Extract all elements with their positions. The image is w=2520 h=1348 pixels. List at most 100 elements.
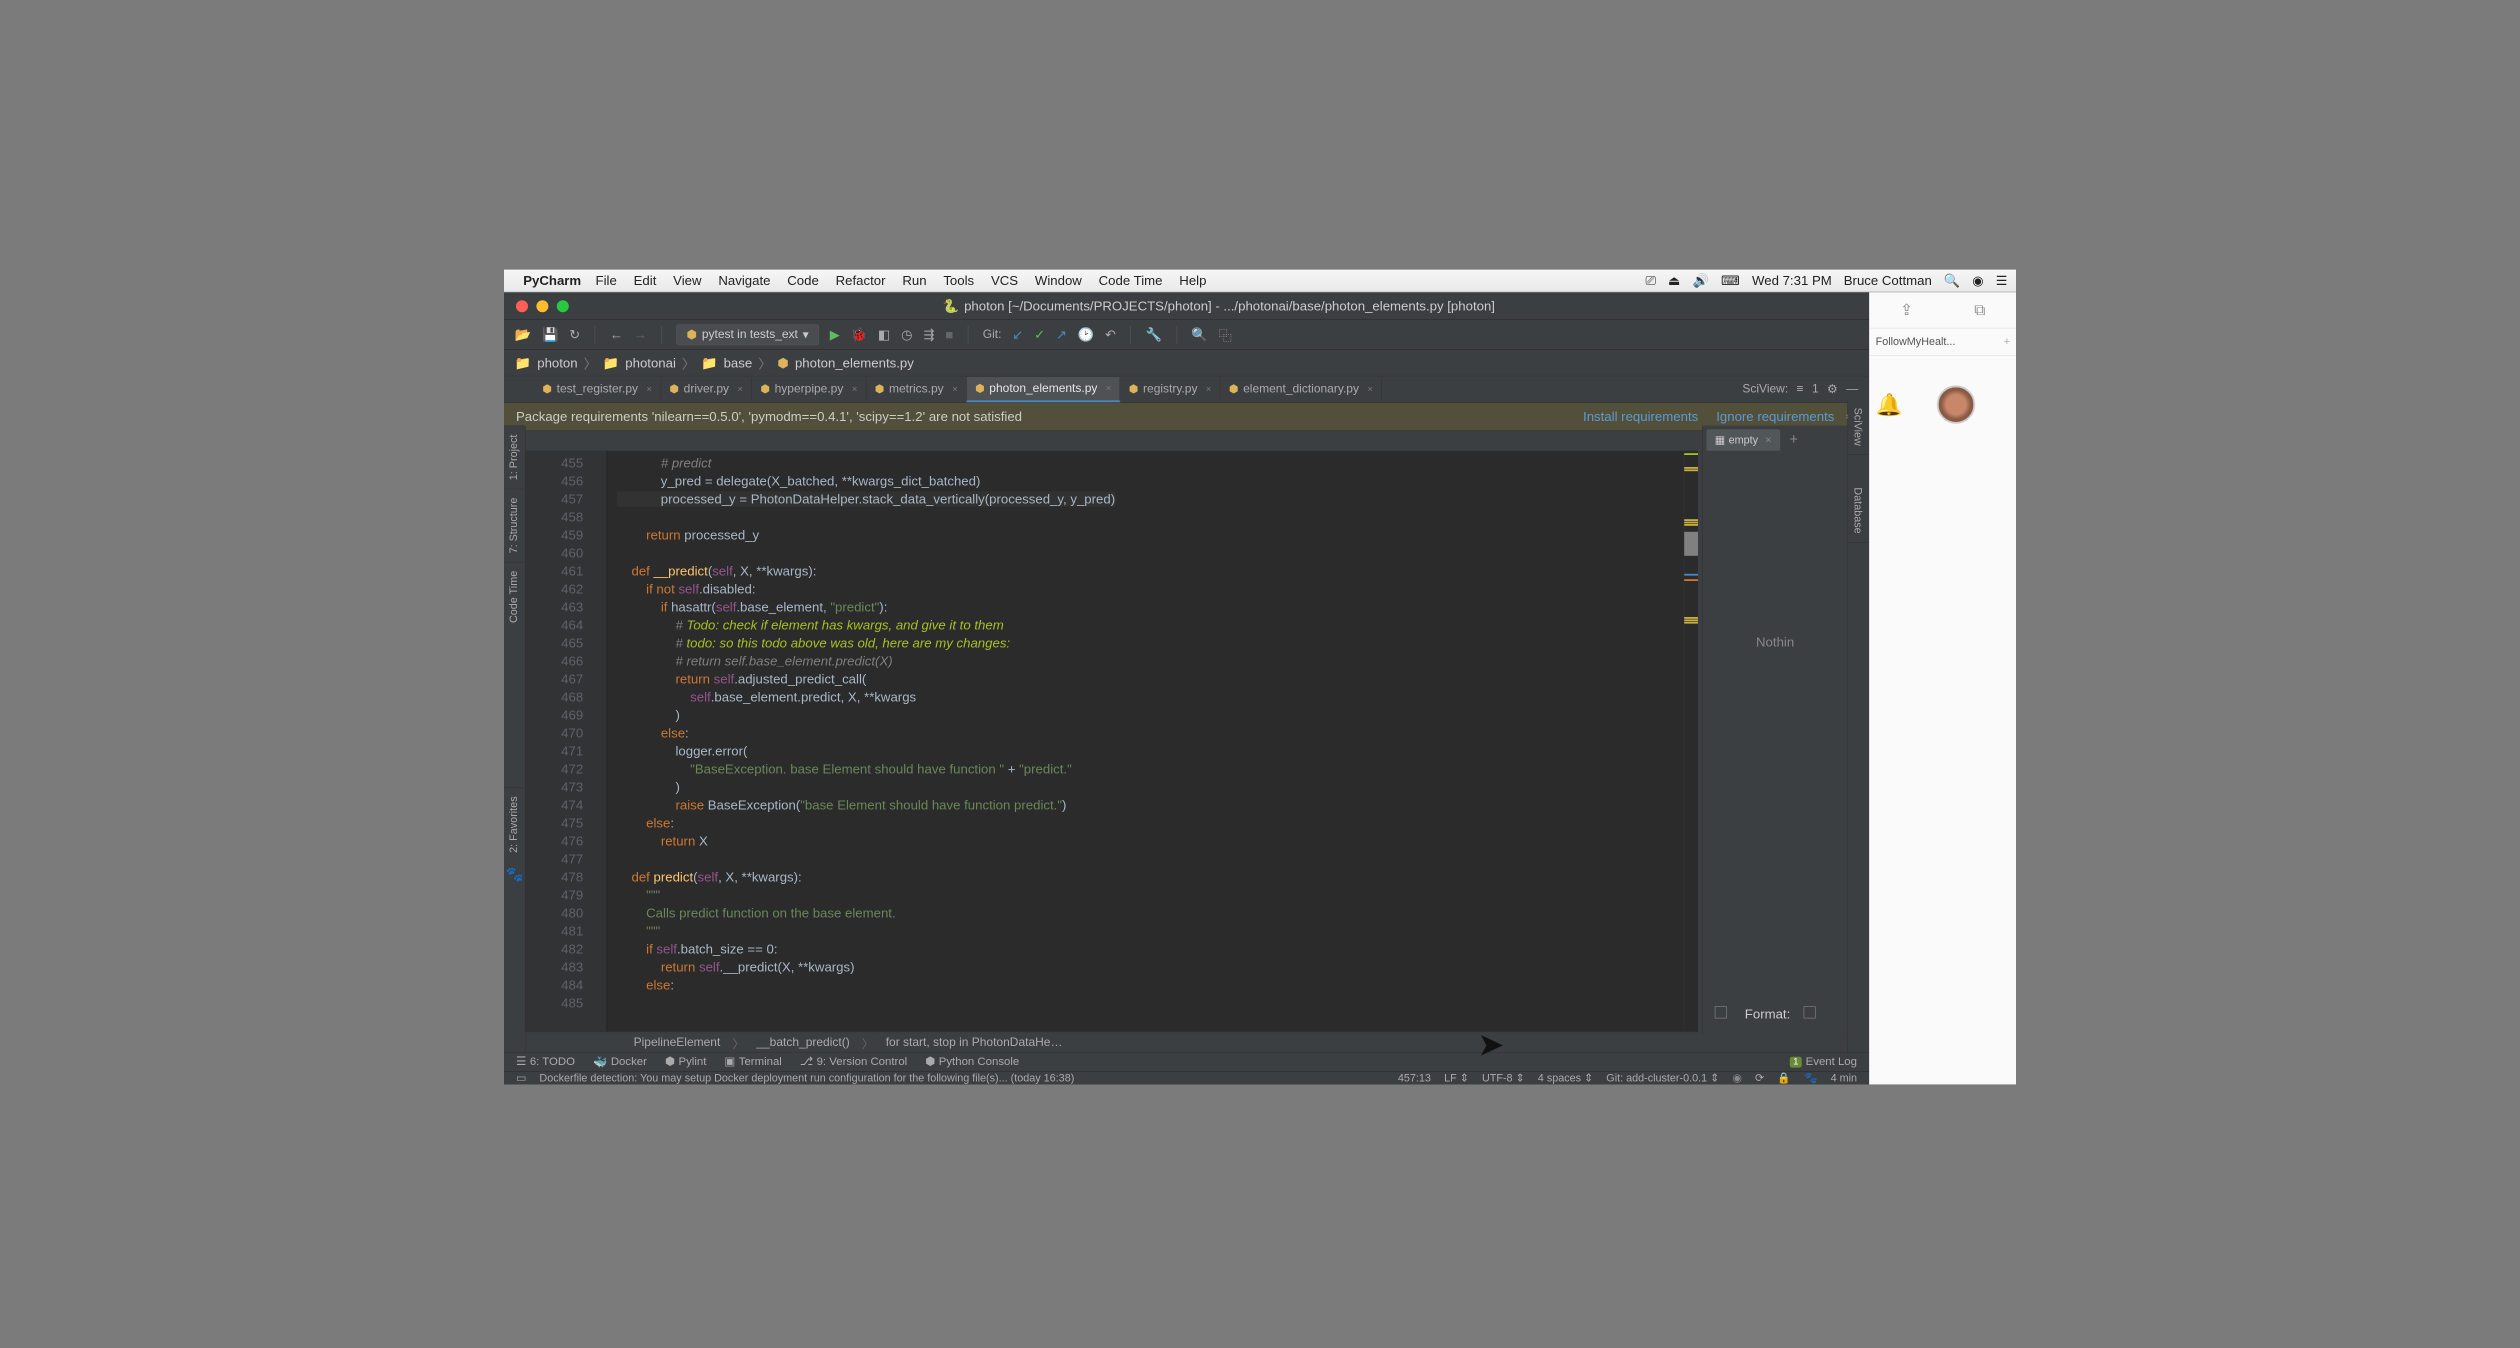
structure-icon[interactable]: ⿻ — [1219, 325, 1232, 344]
tab-element-dictionary[interactable]: ⬢element_dictionary.py× — [1220, 378, 1381, 401]
tool-version-control[interactable]: ⎇ 9: Version Control — [800, 1055, 907, 1069]
tab-photon-elements[interactable]: ⬢photon_elements.py× — [967, 377, 1121, 402]
run-button[interactable]: ▶ — [830, 327, 840, 343]
share-icon[interactable]: ⇪ — [1900, 301, 1913, 320]
tab-hyperpipe[interactable]: ⬢hyperpipe.py× — [752, 378, 866, 401]
close-icon[interactable]: × — [1206, 384, 1212, 395]
menu-code[interactable]: Code — [787, 273, 819, 289]
crumb-file[interactable]: photon_elements.py — [795, 355, 914, 371]
file-encoding[interactable]: UTF-8 ⇕ — [1482, 1072, 1525, 1085]
editor[interactable]: 4554564574584594604614624634644654664674… — [526, 451, 1698, 1034]
tool-codetime[interactable]: Code Time — [504, 562, 524, 632]
concurrency-icon[interactable]: ⇶ — [924, 327, 935, 343]
paw-icon[interactable]: 🐾 — [1804, 1072, 1817, 1085]
forward-icon[interactable]: → — [634, 327, 647, 343]
new-tab-button[interactable]: + — [2004, 336, 2010, 349]
spotlight-icon[interactable]: 🔍 — [1944, 273, 1960, 289]
tool-pylint[interactable]: ⬢ Pylint — [665, 1055, 706, 1069]
add-tab-button[interactable]: + — [1784, 429, 1804, 451]
tool-python-console[interactable]: ⬢ Python Console — [925, 1055, 1019, 1069]
crumb-class[interactable]: PipelineElement — [634, 1036, 721, 1050]
lock-icon[interactable]: 🔒 — [1777, 1072, 1790, 1085]
git-revert-icon[interactable]: ↶ — [1105, 327, 1116, 343]
volume-icon[interactable]: 🔊 — [1693, 273, 1709, 289]
notifications-icon[interactable]: ☰ — [1996, 273, 2008, 289]
screen-mirror-icon[interactable]: ⎚ — [1645, 273, 1656, 289]
siri-icon[interactable]: ◉ — [1972, 273, 1984, 289]
tool-favorites[interactable]: 2: Favorites — [504, 787, 524, 861]
tab-test-register[interactable]: ⬢test_register.py× — [534, 378, 661, 401]
close-icon[interactable]: × — [952, 384, 958, 395]
bell-icon[interactable]: 🔔 — [1876, 374, 1903, 435]
crumb-project[interactable]: photon — [537, 355, 577, 371]
tabs-icon[interactable]: ⧉ — [1974, 300, 1985, 319]
crumb-package[interactable]: photonai — [625, 355, 676, 371]
browser-tab[interactable]: FollowMyHealt... — [1876, 336, 1956, 349]
menu-window[interactable]: Window — [1035, 273, 1082, 289]
format-select[interactable] — [1804, 1006, 1816, 1018]
menu-codetime[interactable]: Code Time — [1099, 273, 1163, 289]
codetime-timer[interactable]: 4 min — [1831, 1072, 1857, 1085]
menu-view[interactable]: View — [673, 273, 701, 289]
gear-icon[interactable]: ⚙ — [1827, 382, 1838, 397]
line-separator[interactable]: LF ⇕ — [1444, 1072, 1469, 1085]
run-config-selector[interactable]: ⬢ pytest in tests_ext ▾ — [676, 324, 819, 345]
tool-project[interactable]: 1: Project — [504, 426, 524, 489]
close-icon[interactable]: × — [1765, 434, 1771, 447]
debug-button[interactable]: 🐞 — [851, 327, 867, 343]
inspection-icon[interactable]: ◉ — [1732, 1072, 1741, 1085]
tab-metrics[interactable]: ⬢metrics.py× — [866, 378, 966, 401]
close-icon[interactable]: × — [1106, 383, 1112, 394]
crumb-method[interactable]: __batch_predict() — [756, 1036, 849, 1050]
git-branch[interactable]: Git: add-cluster-0.0.1 ⇕ — [1606, 1072, 1719, 1085]
tool-docker[interactable]: 🐳 Docker — [593, 1055, 647, 1069]
checkbox[interactable] — [1715, 1006, 1727, 1018]
menu-vcs[interactable]: VCS — [991, 273, 1018, 289]
menu-refactor[interactable]: Refactor — [836, 273, 886, 289]
code-area[interactable]: 💡 # predict y_pred = delegate(X_batched,… — [607, 451, 1683, 1034]
install-requirements-link[interactable]: Install requirements — [1583, 409, 1698, 425]
stop-button[interactable]: ■ — [945, 327, 953, 343]
close-icon[interactable]: × — [852, 384, 858, 395]
profile-icon[interactable]: ◷ — [901, 327, 913, 343]
open-icon[interactable]: 📂 — [515, 327, 531, 343]
paw-icon[interactable]: 🐾 — [504, 861, 525, 888]
event-log-button[interactable]: 1Event Log — [1790, 1055, 1857, 1068]
close-icon[interactable]: × — [737, 384, 743, 395]
git-history-icon[interactable]: 🕑 — [1078, 327, 1094, 343]
back-icon[interactable]: ← — [610, 327, 623, 343]
eject-icon[interactable]: ⏏ — [1668, 273, 1680, 289]
minimize-panel-icon[interactable]: — — [1846, 382, 1858, 396]
save-icon[interactable]: 💾 — [542, 327, 558, 343]
sync-icon[interactable]: ↻ — [569, 327, 580, 343]
menubar-clock[interactable]: Wed 7:31 PM — [1752, 273, 1832, 289]
memory-icon[interactable]: ⟳ — [1755, 1072, 1764, 1085]
menu-edit[interactable]: Edit — [634, 273, 657, 289]
menu-help[interactable]: Help — [1179, 273, 1206, 289]
error-stripe[interactable] — [1684, 451, 1698, 1034]
search-icon[interactable]: 🔍 — [1191, 327, 1207, 343]
close-icon[interactable]: × — [646, 384, 652, 395]
tool-terminal[interactable]: ▣ Terminal — [724, 1055, 781, 1069]
sciview-tab-empty[interactable]: ▦empty× — [1706, 429, 1780, 451]
sciview-list-icon[interactable]: ≡ — [1797, 382, 1804, 396]
git-push-icon[interactable]: ↗ — [1056, 327, 1067, 343]
git-commit-icon[interactable]: ✓ — [1034, 327, 1045, 343]
indent-settings[interactable]: 4 spaces ⇕ — [1538, 1072, 1593, 1085]
window-zoom-button[interactable] — [557, 300, 569, 312]
coverage-icon[interactable]: ◧ — [878, 327, 890, 343]
settings-icon[interactable]: 🔧 — [1146, 327, 1162, 343]
ignore-requirements-link[interactable]: Ignore requirements — [1716, 409, 1834, 425]
app-name[interactable]: PyCharm — [523, 273, 581, 289]
window-icon[interactable]: ▭ — [516, 1072, 526, 1085]
window-minimize-button[interactable] — [536, 300, 548, 312]
keyboard-icon[interactable]: ⌨ — [1721, 273, 1740, 289]
tool-structure[interactable]: 7: Structure — [504, 489, 524, 562]
window-close-button[interactable] — [516, 300, 528, 312]
crumb-loop[interactable]: for start, stop in PhotonDataHe… — [886, 1036, 1063, 1050]
menu-run[interactable]: Run — [902, 273, 926, 289]
menu-tools[interactable]: Tools — [943, 273, 974, 289]
close-icon[interactable]: × — [1367, 384, 1373, 395]
tool-sciview[interactable]: SciView — [1848, 399, 1868, 455]
git-pull-icon[interactable]: ↙ — [1012, 327, 1023, 343]
